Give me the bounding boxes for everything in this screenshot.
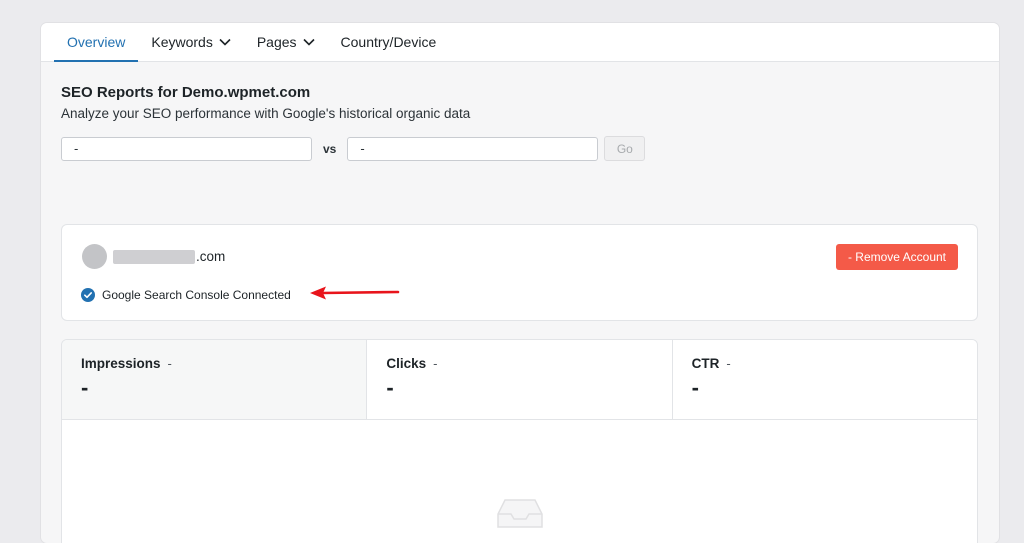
redacted-domain [113, 249, 195, 264]
metric-clicks-value: - [386, 375, 394, 400]
empty-inbox-icon [497, 499, 543, 528]
tab-pages[interactable]: Pages [244, 23, 328, 61]
tab-pages-label: Pages [256, 34, 297, 50]
metric-ctr-label: CTR [691, 356, 720, 371]
red-arrow-icon [310, 286, 400, 300]
vs-label: vs [323, 141, 337, 156]
metrics-card: Impressions - - Clicks - - CTR - - [61, 339, 978, 543]
page-subtitle: Analyze your SEO performance with Google… [61, 106, 471, 121]
tab-bar: Overview Keywords Pages Country/Device [41, 23, 999, 62]
metric-impressions[interactable]: Impressions - - [62, 340, 368, 419]
avatar [82, 244, 107, 269]
metrics-row: Impressions - - Clicks - - CTR - - [62, 340, 977, 420]
tab-overview-label: Overview [67, 34, 126, 50]
tab-country-device-label: Country/Device [340, 34, 437, 50]
go-button[interactable]: Go [604, 136, 646, 161]
chevron-down-icon [219, 38, 231, 46]
metric-ctr-value: - [691, 375, 699, 400]
remove-account-button[interactable]: - Remove Account [836, 244, 958, 270]
tab-country-device[interactable]: Country/Device [328, 23, 450, 61]
metric-impressions-value: - [81, 375, 89, 400]
tab-keywords[interactable]: Keywords [138, 23, 243, 61]
account-domain: .com [113, 249, 225, 264]
metric-clicks-label: Clicks [386, 356, 427, 371]
metric-ctr-change: - [726, 356, 731, 371]
domain-suffix: .com [196, 249, 226, 264]
connection-status: Google Search Console Connected [81, 288, 291, 302]
account-card: .com - Remove Account Google Search Cons… [61, 224, 978, 321]
metric-clicks-change: - [433, 356, 438, 371]
check-circle-icon [81, 288, 95, 302]
connected-label: Google Search Console Connected [102, 288, 291, 302]
tab-overview[interactable]: Overview [54, 23, 139, 62]
seo-reports-app: Overview Keywords Pages Country/Device S… [41, 23, 999, 543]
metric-impressions-label: Impressions [81, 356, 161, 371]
report-header: SEO Reports for Demo.wpmet.com Analyze y… [61, 84, 470, 121]
tab-keywords-label: Keywords [151, 34, 213, 50]
metric-impressions-change: - [167, 356, 172, 371]
page-title: SEO Reports for Demo.wpmet.com [61, 84, 311, 101]
chevron-down-icon [302, 38, 315, 46]
date-compare-row: - vs - Go [61, 136, 646, 161]
metric-clicks[interactable]: Clicks - - [367, 340, 673, 419]
date-range-select-compare[interactable]: - [347, 136, 599, 161]
date-range-select-primary[interactable]: - [61, 136, 312, 161]
metric-ctr[interactable]: CTR - - [672, 340, 977, 419]
